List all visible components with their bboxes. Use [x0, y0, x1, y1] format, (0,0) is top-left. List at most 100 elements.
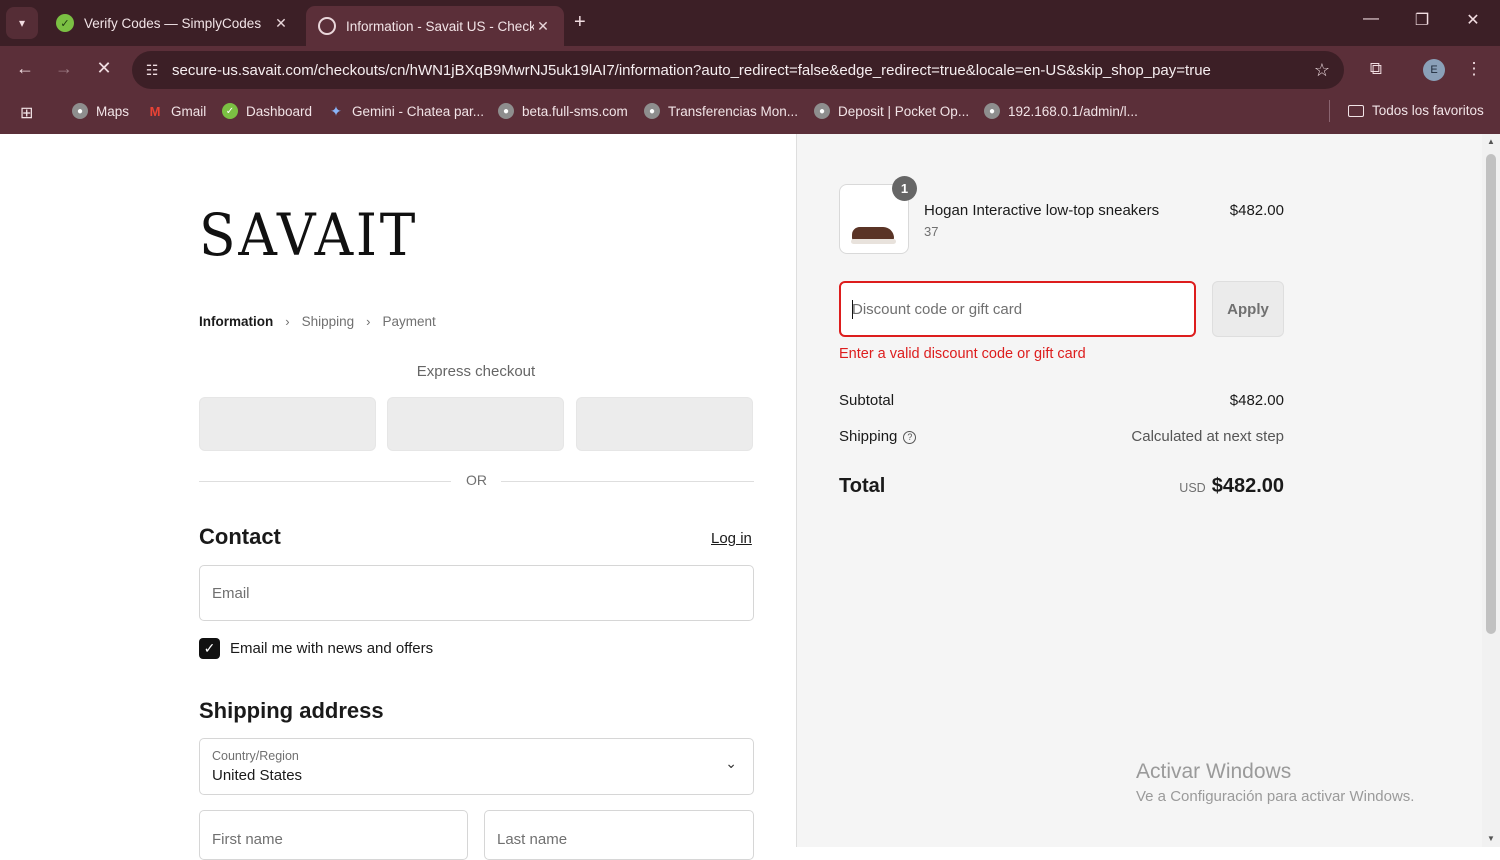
bookmark-dashboard[interactable]: ✓ Dashboard — [222, 103, 312, 119]
product-price: $482.00 — [1229, 202, 1284, 219]
toolbar: ← → ✕ ☷ secure-us.savait.com/checkouts/c… — [0, 46, 1500, 94]
globe-icon: ● — [984, 103, 1000, 119]
bookmark-maps[interactable]: ● Maps — [72, 103, 129, 119]
restore-icon[interactable]: ❐ — [1407, 10, 1437, 30]
close-tab-icon[interactable]: ✕ — [272, 15, 290, 32]
breadcrumb-shipping[interactable]: Shipping — [302, 314, 355, 329]
all-bookmarks-folder[interactable]: Todos los favoritos — [1348, 103, 1484, 118]
globe-icon: ● — [644, 103, 660, 119]
watermark-title: Activar Windows — [1136, 760, 1292, 783]
subtotal-value: $482.00 — [1229, 392, 1284, 409]
store-logo[interactable]: SAVAIT — [199, 206, 418, 264]
country-value: United States — [212, 767, 303, 784]
bookmark-full-sms[interactable]: ● beta.full-sms.com — [498, 103, 628, 119]
product-variant: 37 — [924, 224, 939, 239]
scrollbar-thumb[interactable] — [1486, 154, 1496, 634]
email-field[interactable]: Email — [199, 565, 754, 621]
close-window-icon[interactable]: ✕ — [1458, 10, 1488, 30]
bookmark-gemini[interactable]: ✦ Gemini - Chatea par... — [328, 103, 484, 119]
total-currency: USD — [1179, 481, 1206, 495]
apps-grid-icon[interactable]: ⊞ — [20, 103, 33, 123]
shipping-row-label: Shipping? — [839, 428, 917, 445]
express-pay-button-3[interactable] — [576, 397, 753, 451]
loading-favicon-icon — [318, 17, 336, 35]
globe-icon: ● — [498, 103, 514, 119]
address-bar[interactable]: ☷ secure-us.savait.com/checkouts/cn/hWN1… — [132, 51, 1344, 89]
bookmark-star-icon[interactable]: ☆ — [1300, 60, 1344, 81]
total-row-value: USD $482.00 — [1060, 475, 1284, 498]
bookmark-router[interactable]: ● 192.168.0.1/admin/l... — [984, 103, 1138, 119]
first-name-field[interactable]: First name — [199, 810, 468, 860]
gmail-icon: M — [149, 103, 161, 119]
chevron-right-icon: › — [285, 314, 290, 329]
page-scrollbar[interactable]: ▲ ▼ — [1482, 134, 1500, 847]
tab-title: Verify Codes — SimplyCodes — [84, 15, 262, 31]
quantity-badge: 1 — [892, 176, 917, 201]
windows-activation-watermark: Activar Windows Ve a Configuración para … — [1136, 760, 1414, 805]
text-caret — [852, 300, 853, 319]
bookmark-label: Deposit | Pocket Op... — [838, 103, 970, 119]
bookmark-label: 192.168.0.1/admin/l... — [1008, 103, 1138, 119]
chevron-right-icon: › — [366, 314, 371, 329]
last-name-field[interactable]: Last name — [484, 810, 754, 860]
chevron-down-icon: ⌄ — [725, 755, 737, 771]
tab-savait[interactable]: Information - Savait US - Check ✕ — [306, 6, 564, 46]
bookmark-deposit[interactable]: ● Deposit | Pocket Op... — [814, 103, 969, 119]
scroll-up-icon[interactable]: ▲ — [1486, 137, 1496, 147]
shipping-address-heading: Shipping address — [199, 698, 384, 723]
stop-loading-icon[interactable]: ✕ — [91, 58, 117, 79]
simplycodes-favicon-icon: ✓ — [56, 14, 74, 32]
new-tab-icon[interactable]: + — [574, 11, 586, 34]
express-pay-button-2[interactable] — [387, 397, 564, 451]
checkout-page: SAVAIT Information › Shipping › Payment … — [0, 134, 1482, 860]
total-label: Total — [839, 475, 886, 497]
email-placeholder: Email — [212, 585, 250, 602]
bookmark-label: Gemini - Chatea par... — [352, 103, 485, 119]
profile-avatar[interactable]: E — [1423, 59, 1445, 81]
watermark-subtitle: Ve a Configuración para activar Windows. — [1136, 788, 1415, 805]
back-icon[interactable]: ← — [12, 58, 38, 79]
first-name-placeholder: First name — [212, 831, 283, 848]
bookmark-label: Todos los favoritos — [1372, 103, 1484, 118]
tab-strip: ▾ ✓ Verify Codes — SimplyCodes ✕ Informa… — [0, 0, 1500, 46]
newsletter-checkbox[interactable]: ✓ — [199, 638, 220, 659]
bookmark-gmail[interactable]: M Gmail — [147, 103, 207, 119]
menu-kebab-icon[interactable]: ⋮ — [1461, 59, 1487, 79]
browser-chrome: ▾ ✓ Verify Codes — SimplyCodes ✕ Informa… — [0, 0, 1500, 134]
breadcrumb: Information › Shipping › Payment — [199, 314, 436, 329]
shipping-label: Shipping — [839, 428, 898, 445]
discount-placeholder: Discount code or gift card — [852, 301, 1023, 318]
help-circle-icon[interactable]: ? — [903, 431, 917, 444]
close-tab-icon[interactable]: ✕ — [534, 18, 552, 35]
country-select[interactable]: Country/Region United States ⌄ — [199, 738, 754, 795]
extensions-icon[interactable]: ⧉ — [1363, 59, 1389, 79]
globe-icon: ● — [72, 103, 88, 119]
gemini-sparkle-icon: ✦ — [330, 102, 342, 119]
total-value: $482.00 — [1211, 475, 1284, 497]
shipping-value: Calculated at next step — [1131, 428, 1284, 445]
simplycodes-icon: ✓ — [222, 103, 238, 119]
folder-icon — [1348, 104, 1364, 117]
site-info-icon[interactable]: ☷ — [132, 62, 172, 79]
forward-icon[interactable]: → — [51, 58, 77, 79]
discount-code-input[interactable]: Discount code or gift card — [839, 281, 1196, 337]
tab-search-button[interactable]: ▾ — [6, 7, 38, 39]
bookmark-label: Gmail — [171, 103, 207, 119]
bookmark-label: Dashboard — [246, 103, 313, 119]
product-name: Hogan Interactive low-top sneakers — [924, 202, 1160, 219]
or-divider: OR — [199, 472, 754, 492]
apply-discount-button[interactable]: Apply — [1212, 281, 1284, 337]
bookmark-transferencias[interactable]: ● Transferencias Mon... — [644, 103, 798, 119]
scroll-down-icon[interactable]: ▼ — [1486, 834, 1496, 844]
url-text[interactable]: secure-us.savait.com/checkouts/cn/hWN1jB… — [172, 62, 1300, 79]
breadcrumb-information: Information — [199, 314, 274, 329]
breadcrumb-payment[interactable]: Payment — [382, 314, 435, 329]
login-link[interactable]: Log in — [711, 530, 752, 547]
bookmark-label: beta.full-sms.com — [522, 103, 628, 119]
express-checkout-title: Express checkout — [416, 363, 536, 380]
bookmarks-divider — [1329, 100, 1330, 122]
minimize-icon[interactable]: — — [1356, 10, 1386, 28]
tab-simplycodes[interactable]: ✓ Verify Codes — SimplyCodes ✕ — [44, 6, 302, 40]
contact-heading: Contact — [199, 524, 281, 549]
express-pay-button-1[interactable] — [199, 397, 376, 451]
